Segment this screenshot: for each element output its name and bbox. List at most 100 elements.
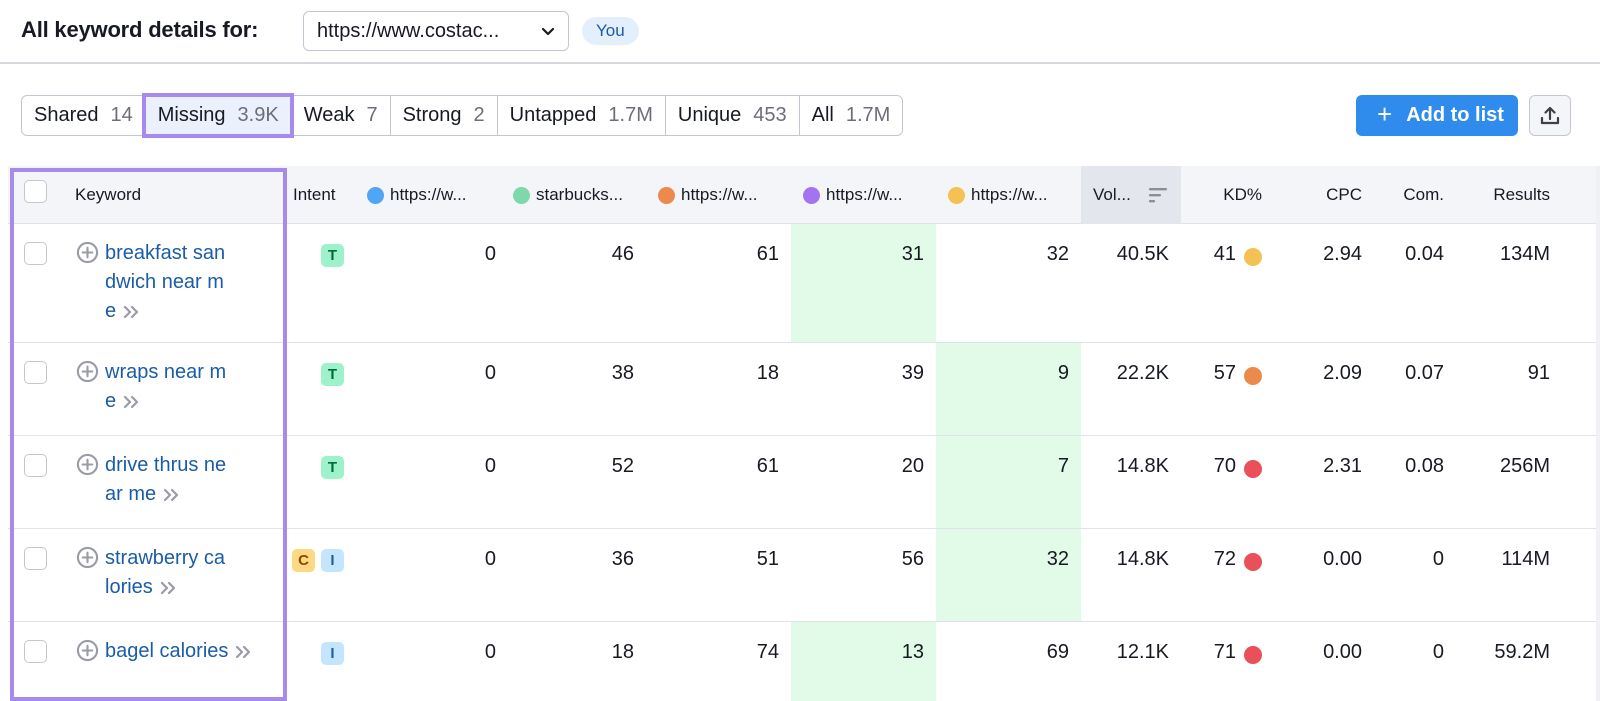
select-all-checkbox[interactable]: [24, 180, 47, 203]
position-cell: 52: [611, 455, 634, 477]
column-header-keyword[interactable]: Keyword: [75, 166, 141, 224]
domain-color-dot-icon: [658, 186, 675, 204]
volume-cell: 14.8K: [1116, 548, 1169, 570]
column-header-results[interactable]: Results: [1450, 166, 1550, 224]
row-checkbox[interactable]: [24, 361, 47, 384]
position-cell: 0: [484, 362, 496, 384]
tab-count: 1.7M: [608, 104, 653, 126]
export-button[interactable]: [1529, 95, 1571, 136]
results-cell: 114M: [1501, 548, 1550, 570]
volume-cell: 40.5K: [1116, 243, 1169, 265]
add-keyword-icon[interactable]: [76, 360, 99, 383]
kd-cell: 57: [1213, 362, 1236, 384]
scrollbar[interactable]: [1596, 166, 1600, 701]
table-row: wraps near m e T 0 38 18 39 9 22.2K 57 2.09 0.07 91: [8, 343, 1600, 436]
position-cell: 0: [484, 455, 496, 477]
column-header-com[interactable]: Com.: [1344, 166, 1444, 224]
page-title: All keyword details for:: [21, 17, 259, 42]
position-cell: 46: [611, 243, 634, 265]
position-highlight: [936, 529, 1081, 621]
results-cell: 134M: [1499, 243, 1550, 265]
position-cell: 20: [901, 455, 924, 477]
domain-select[interactable]: https://www.costac...: [303, 11, 569, 51]
position-cell: 0: [484, 641, 496, 663]
keyword-link[interactable]: bagel calories: [105, 640, 228, 662]
tab-count: 2: [473, 104, 485, 126]
keyword-details-arrow-icon[interactable]: [122, 304, 142, 320]
keyword-details-arrow-icon[interactable]: [162, 487, 182, 503]
column-header-domain-3[interactable]: https://w...: [658, 166, 758, 224]
tab-strong[interactable]: Strong 2: [389, 96, 497, 135]
position-cell: 18: [611, 641, 634, 663]
tab-label: Shared: [34, 104, 99, 126]
com-cell: 0: [1432, 641, 1444, 663]
kd-difficulty-dot-icon: [1244, 646, 1262, 664]
tab-missing[interactable]: Missing 3.9K: [141, 93, 294, 138]
position-cell: 9: [1057, 362, 1069, 384]
keyword-cell: bagel calories: [76, 637, 276, 666]
row-checkbox[interactable]: [24, 640, 47, 663]
kd-difficulty-dot-icon: [1244, 367, 1262, 385]
column-header-domain-4[interactable]: https://w...: [803, 166, 903, 224]
add-keyword-icon[interactable]: [76, 546, 99, 569]
position-cell: 32: [1046, 548, 1069, 570]
domain-color-dot-icon: [948, 186, 965, 204]
add-keyword-icon[interactable]: [76, 453, 99, 476]
position-cell: 0: [484, 243, 496, 265]
domain-color-dot-icon: [513, 186, 530, 204]
results-cell: 256M: [1499, 455, 1550, 477]
add-to-list-button[interactable]: + Add to list: [1356, 95, 1518, 136]
tab-count: 7: [366, 104, 378, 126]
keyword-details-arrow-icon[interactable]: [159, 580, 179, 596]
column-header-intent[interactable]: Intent: [293, 166, 336, 224]
keyword-details-arrow-icon[interactable]: [234, 644, 254, 660]
position-cell: 0: [484, 548, 496, 570]
volume-cell: 12.1K: [1116, 641, 1169, 663]
column-header-domain-2[interactable]: starbucks...: [513, 166, 623, 224]
tab-count: 453: [753, 104, 787, 126]
kd-difficulty-dot-icon: [1244, 248, 1262, 266]
plus-icon: +: [1377, 98, 1393, 129]
position-highlight: [791, 224, 936, 342]
volume-cell: 22.2K: [1116, 362, 1169, 384]
tab-label: Strong: [402, 104, 462, 126]
keyword-filter-tabs: Shared 14 Missing 3.9K Weak 7 Strong 2 Untapped 1…: [21, 93, 904, 138]
results-cell: 91: [1527, 362, 1550, 384]
tab-label: Untapped: [509, 104, 597, 126]
column-header-kd[interactable]: KD%: [1162, 166, 1262, 224]
com-cell: 0: [1432, 548, 1444, 570]
row-checkbox[interactable]: [24, 242, 47, 265]
keyword-cell: drive thrus ne ar me: [76, 451, 276, 509]
tab-all[interactable]: All 1.7M: [798, 96, 903, 135]
row-checkbox[interactable]: [24, 547, 47, 570]
keyword-cell: wraps near me: [76, 358, 276, 416]
position-cell: 36: [611, 548, 634, 570]
tab-count: 14: [110, 104, 133, 126]
tab-unique[interactable]: Unique 453: [664, 96, 799, 135]
tab-shared[interactable]: Shared 14: [22, 96, 145, 135]
export-icon: [1540, 106, 1560, 124]
tab-label: Weak: [303, 104, 355, 126]
position-cell: 18: [756, 362, 779, 384]
tab-label: All: [811, 104, 834, 126]
keyword-cell: breakfast san dwich near me: [76, 239, 276, 326]
keyword-details-arrow-icon[interactable]: [122, 394, 142, 410]
tab-untapped[interactable]: Untapped 1.7M: [496, 96, 665, 135]
tab-label: Missing: [157, 104, 226, 126]
position-cell: 7: [1057, 455, 1069, 477]
position-highlight: [936, 436, 1081, 528]
kd-cell: 72: [1213, 548, 1236, 570]
position-cell: 56: [901, 548, 924, 570]
add-keyword-icon[interactable]: [76, 241, 99, 264]
column-header-domain-5[interactable]: https://w...: [948, 166, 1048, 224]
table-row: bagel calories I 0 18 74 13 69 12.1K 71 0.00 0 59.2…: [8, 622, 1600, 701]
add-keyword-icon[interactable]: [76, 639, 99, 662]
volume-cell: 14.8K: [1116, 455, 1169, 477]
kd-cell: 70: [1213, 455, 1236, 477]
kd-difficulty-dot-icon: [1244, 553, 1262, 571]
column-header-domain-1[interactable]: https://w...: [367, 166, 467, 224]
tab-weak[interactable]: Weak 7: [291, 96, 390, 135]
page-header: All keyword details for: https://www.cos…: [0, 0, 1600, 64]
domain-color-dot-icon: [367, 186, 384, 204]
row-checkbox[interactable]: [24, 454, 47, 477]
